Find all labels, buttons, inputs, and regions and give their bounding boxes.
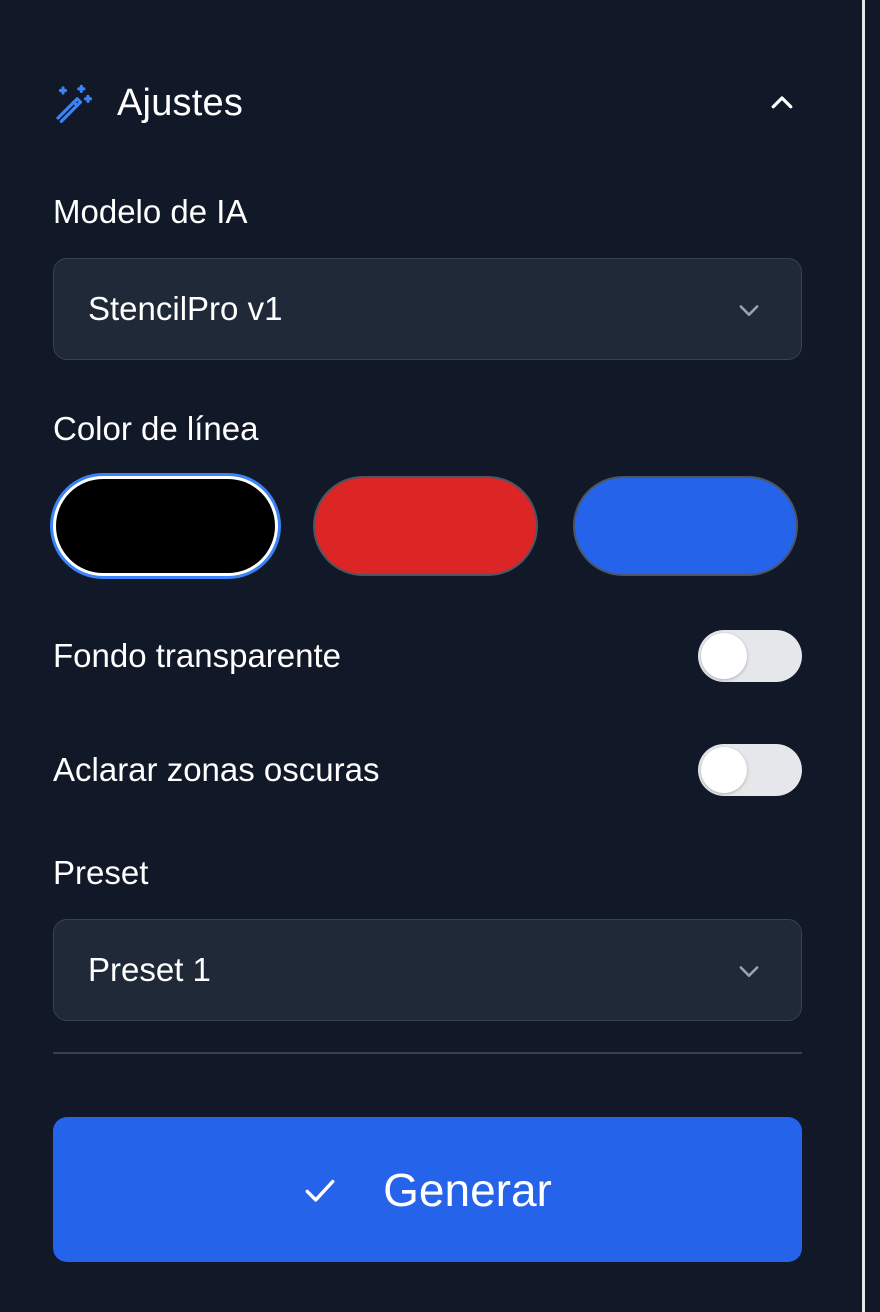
preset-select-value: Preset 1 [88, 951, 211, 988]
model-label: Modelo de IA [53, 193, 248, 230]
lighten-dark-row: Aclarar zonas oscuras [53, 744, 802, 796]
transparent-bg-label: Fondo transparente [53, 637, 342, 674]
chevron-down-icon [739, 305, 759, 316]
color-swatch-blue[interactable] [573, 476, 798, 576]
settings-title: Ajustes [117, 81, 244, 124]
chevron-up-icon [771, 96, 793, 109]
magic-wand-icon [53, 83, 93, 123]
settings-panel: Ajustes Modelo de IA StencilPro v1 Color… [53, 0, 802, 1312]
color-swatch-black[interactable] [53, 476, 278, 576]
lighten-dark-label: Aclarar zonas oscuras [53, 751, 380, 788]
line-color-label: Color de línea [53, 410, 259, 447]
color-swatch-red[interactable] [313, 476, 538, 576]
transparent-bg-row: Fondo transparente [53, 630, 802, 682]
lighten-dark-toggle[interactable] [698, 744, 802, 796]
preset-select[interactable]: Preset 1 [53, 919, 802, 1021]
check-icon [305, 1179, 335, 1202]
collapse-button[interactable] [762, 83, 802, 123]
toggle-knob [701, 633, 747, 679]
generate-label: Generar [383, 1163, 552, 1216]
transparent-bg-toggle[interactable] [698, 630, 802, 682]
generate-button[interactable]: Generar [53, 1117, 802, 1262]
model-select[interactable]: StencilPro v1 [53, 258, 802, 360]
settings-header: Ajustes [53, 78, 802, 128]
chevron-down-icon [739, 966, 759, 977]
model-select-value: StencilPro v1 [88, 290, 283, 327]
preset-label: Preset [53, 854, 149, 891]
divider [53, 1052, 802, 1054]
toggle-knob [701, 747, 747, 793]
panel-edge [862, 0, 865, 1312]
